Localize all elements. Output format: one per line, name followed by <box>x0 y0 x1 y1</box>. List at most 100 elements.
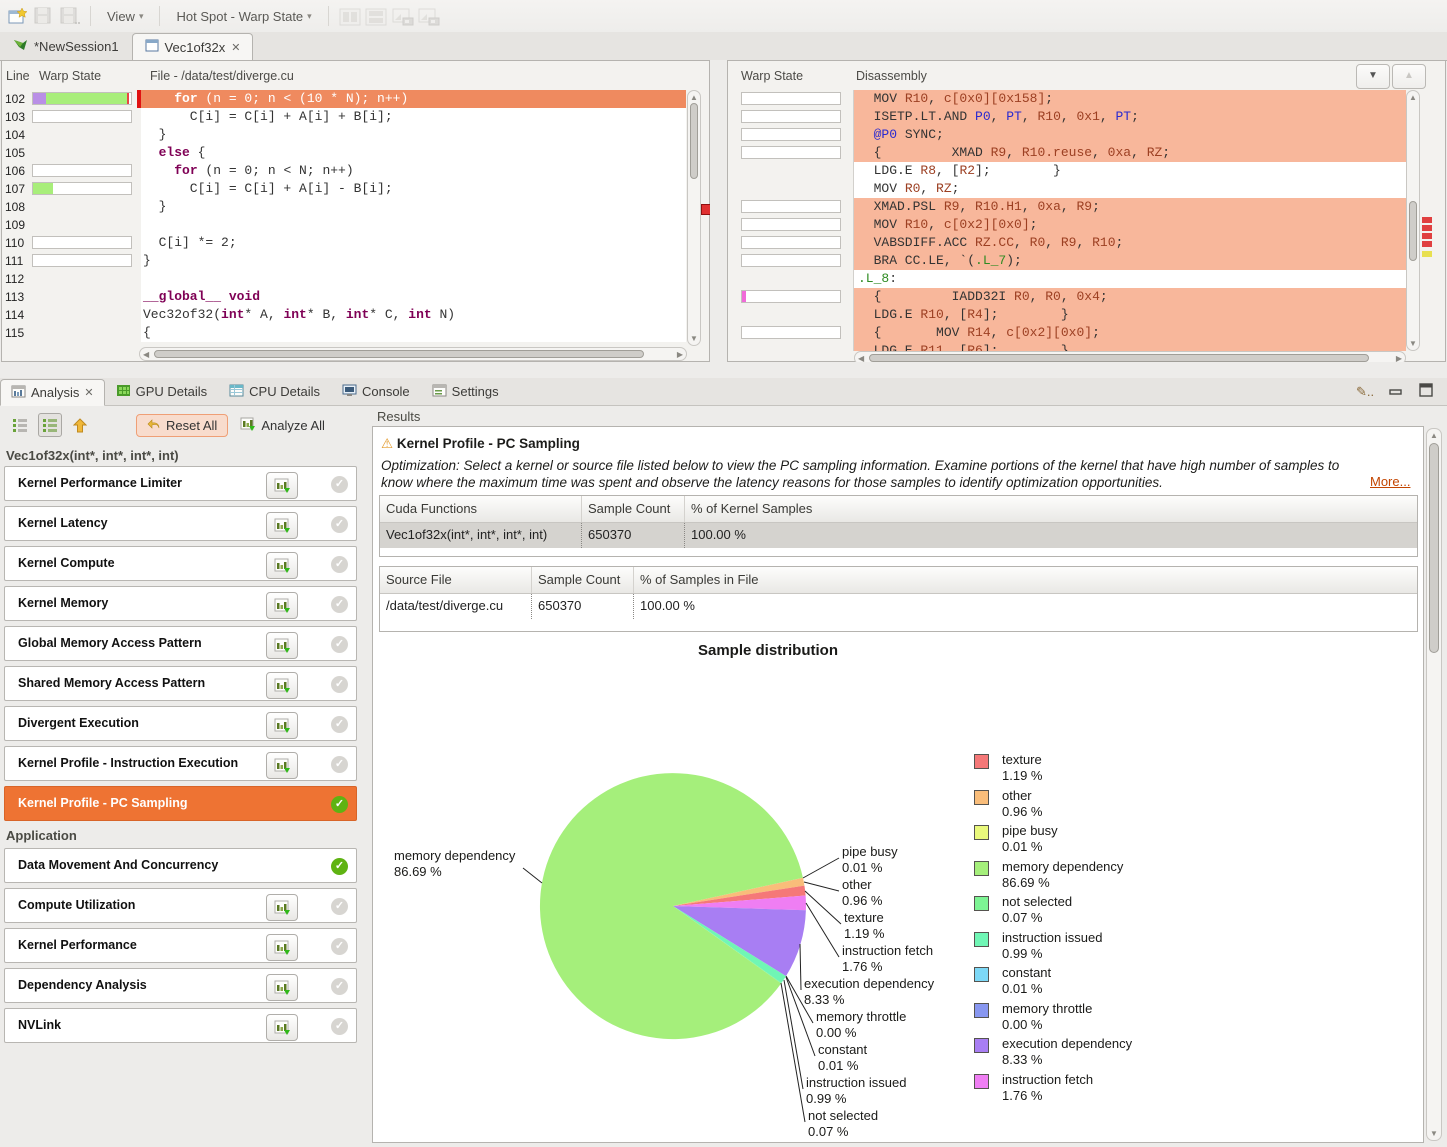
source-line[interactable]: 103 C[i] = C[i] + A[i] + B[i]; <box>2 108 686 126</box>
run-analysis-button[interactable] <box>266 1014 298 1041</box>
source-line[interactable]: 102 for (n = 0; n < (10 * N); n++) <box>2 90 686 108</box>
hotspot-marker[interactable] <box>1422 233 1432 239</box>
source-code-text[interactable]: else { <box>141 144 686 162</box>
source-code-text[interactable]: for (n = 0; n < N; n++) <box>141 162 686 180</box>
run-analysis-button[interactable] <box>266 552 298 579</box>
source-code-text[interactable] <box>141 270 686 288</box>
run-analysis-button[interactable] <box>266 894 298 921</box>
disassembly-line[interactable]: BRA CC.LE, `(.L_7); <box>728 252 1406 270</box>
more-link[interactable]: More... <box>1370 474 1410 489</box>
scrollbar-thumb[interactable] <box>869 354 1369 362</box>
disassembly-line[interactable]: { IADD32I R0, R0, 0x4; <box>728 288 1406 306</box>
column-header[interactable]: Sample Count <box>532 567 634 593</box>
tab-vec1of32x[interactable]: Vec1of32x ✕ <box>132 33 254 61</box>
hotspot-dropdown[interactable]: Hot Spot - Warp State ▾ <box>170 7 317 26</box>
run-analysis-button[interactable] <box>266 712 298 739</box>
analysis-item-kernel-compute[interactable]: Kernel Compute✓ <box>4 546 357 581</box>
disassembly-text[interactable]: { IADD32I R0, R0, 0x4; <box>853 288 1406 306</box>
disassembly-text[interactable]: LDG.E R11, [R6]; } <box>853 342 1406 351</box>
column-header[interactable]: % of Samples in File <box>634 567 1417 593</box>
source-code-text[interactable]: for (n = 0; n < (10 * N); n++) <box>141 90 686 108</box>
horizontal-sash[interactable] <box>0 362 1447 378</box>
disassembly-vertical-scrollbar[interactable]: ▲ ▼ <box>1406 90 1420 351</box>
disassembly-line[interactable]: LDG.E R11, [R6]; } <box>728 342 1406 351</box>
source-code-text[interactable]: __global__ void <box>141 288 686 306</box>
analysis-item-data-movement-and-concurrency[interactable]: Data Movement And Concurrency✓ <box>4 848 357 883</box>
run-analysis-button[interactable] <box>266 974 298 1001</box>
analysis-item-kernel-profile-instruction-execution[interactable]: Kernel Profile - Instruction Execution✓ <box>4 746 357 781</box>
column-header[interactable]: Cuda Functions <box>380 496 582 522</box>
source-line[interactable]: 115{ <box>2 324 686 342</box>
source-line[interactable]: 113__global__ void <box>2 288 686 306</box>
close-icon[interactable]: ✕ <box>84 386 93 399</box>
source-horizontal-scrollbar[interactable]: ◀ ▶ <box>139 347 687 361</box>
hotspot-marker[interactable] <box>1422 241 1432 247</box>
view-menu[interactable]: View ▾ <box>101 7 149 26</box>
source-code-text[interactable]: C[i] = C[i] + A[i] + B[i]; <box>141 108 686 126</box>
disassembly-text[interactable]: VABSDIFF.ACC RZ.CC, R0, R9, R10; <box>853 234 1406 252</box>
source-code-text[interactable]: Vec32of32(int* A, int* B, int* C, int N) <box>141 306 686 324</box>
disassembly-text[interactable]: @P0 SYNC; <box>853 126 1406 144</box>
disassembly-line[interactable]: { XMAD R9, R10.reuse, 0xa, RZ; <box>728 144 1406 162</box>
minimize-panel-icon[interactable] <box>1388 386 1404 404</box>
disassembly-text[interactable]: LDG.E R10, [R4]; } <box>853 306 1406 324</box>
tab-analysis[interactable]: Analysis✕ <box>0 379 105 406</box>
column-header[interactable]: Source File <box>380 567 532 593</box>
source-line[interactable]: 111} <box>2 252 686 270</box>
tab-cpu-details[interactable]: CPU Details <box>218 378 331 405</box>
analysis-item-kernel-performance-limiter[interactable]: Kernel Performance Limiter✓ <box>4 466 357 501</box>
disassembly-text[interactable]: BRA CC.LE, `(.L_7); <box>853 252 1406 270</box>
source-code-text[interactable]: C[i] *= 2; <box>141 234 686 252</box>
scrollbar-thumb[interactable] <box>154 350 644 358</box>
scroll-down-icon[interactable]: ▼ <box>1407 339 1419 348</box>
tab-console[interactable]: Console <box>331 378 421 405</box>
run-analysis-button[interactable] <box>266 512 298 539</box>
source-line[interactable]: 114Vec32of32(int* A, int* B, int* C, int… <box>2 306 686 324</box>
scroll-up-icon[interactable]: ▲ <box>1407 93 1419 102</box>
scroll-up-icon[interactable]: ▲ <box>688 93 700 102</box>
scrollbar-thumb[interactable] <box>1429 443 1439 653</box>
run-analysis-button[interactable] <box>266 934 298 961</box>
analysis-item-divergent-execution[interactable]: Divergent Execution✓ <box>4 706 357 741</box>
source-line[interactable]: 110 C[i] *= 2; <box>2 234 686 252</box>
disassembly-line[interactable]: { MOV R14, c[0x2][0x0]; <box>728 324 1406 342</box>
hotspot-marker[interactable] <box>1422 225 1432 231</box>
scroll-down-icon[interactable]: ▼ <box>1427 1129 1441 1138</box>
scroll-down-icon[interactable]: ▼ <box>688 334 700 343</box>
analysis-item-kernel-latency[interactable]: Kernel Latency✓ <box>4 506 357 541</box>
source-line[interactable]: 107 C[i] = C[i] + A[i] - B[i]; <box>2 180 686 198</box>
results-scrollbar[interactable]: ▲ ▼ <box>1426 428 1442 1141</box>
maximize-panel-icon[interactable] <box>1418 382 1434 403</box>
disassembly-line[interactable]: LDG.E R10, [R4]; } <box>728 306 1406 324</box>
source-line[interactable]: 104 } <box>2 126 686 144</box>
disassembly-text[interactable]: MOV R10, c[0x2][0x0]; <box>853 216 1406 234</box>
disassembly-text[interactable]: .L_8: <box>853 270 1406 288</box>
scroll-left-icon[interactable]: ◀ <box>143 350 149 359</box>
hotspot-marker[interactable] <box>1422 217 1432 223</box>
run-analysis-button[interactable] <box>266 472 298 499</box>
analysis-item-kernel-profile-pc-sampling[interactable]: Kernel Profile - PC Sampling✓ <box>4 786 357 821</box>
editor-sash[interactable] <box>710 60 727 362</box>
disassembly-line[interactable]: ISETP.LT.AND P0, PT, R10, 0x1, PT; <box>728 108 1406 126</box>
new-session-icon[interactable] <box>8 7 28 25</box>
promote-results-icon[interactable] <box>68 413 92 437</box>
source-line[interactable]: 109 <box>2 216 686 234</box>
disassembly-line[interactable]: MOV R10, c[0x2][0x0]; <box>728 216 1406 234</box>
source-code-text[interactable]: } <box>141 252 686 270</box>
run-analysis-button[interactable] <box>266 592 298 619</box>
table-row[interactable]: /data/test/diverge.cu650370100.00 % <box>380 594 1417 619</box>
table-row[interactable]: Vec1of32x(int*, int*, int*, int)65037010… <box>380 523 1417 548</box>
expand-list-icon[interactable] <box>38 413 62 437</box>
disassembly-line[interactable]: LDG.E R8, [R2]; } <box>728 162 1406 180</box>
scroll-up-icon[interactable]: ▲ <box>1427 431 1441 440</box>
analysis-item-dependency-analysis[interactable]: Dependency Analysis✓ <box>4 968 357 1003</box>
tab-gpu-details[interactable]: GPU Details <box>105 378 219 405</box>
tab-settings[interactable]: Settings <box>421 378 510 405</box>
disassembly-text[interactable]: { MOV R14, c[0x2][0x0]; <box>853 324 1406 342</box>
scroll-right-icon[interactable]: ▶ <box>677 350 683 359</box>
next-hotspot-button[interactable]: ▼ <box>1356 64 1390 89</box>
disassembly-line[interactable]: @P0 SYNC; <box>728 126 1406 144</box>
analysis-item-kernel-performance[interactable]: Kernel Performance✓ <box>4 928 357 963</box>
run-analysis-button[interactable] <box>266 752 298 779</box>
disassembly-text[interactable]: { XMAD R9, R10.reuse, 0xa, RZ; <box>853 144 1406 162</box>
